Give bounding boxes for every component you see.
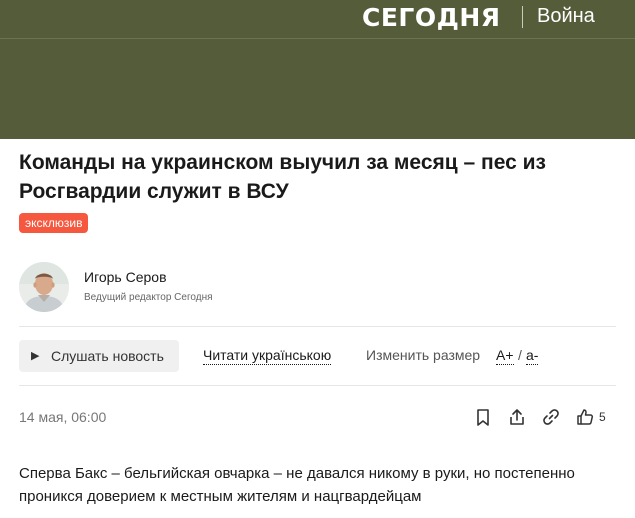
font-size-separator: /	[518, 347, 522, 363]
listen-label: Слушать новость	[51, 348, 164, 364]
divider-bottom	[19, 385, 616, 386]
article-lead-paragraph: Сперва Бакс – бельгийская овчарка – не д…	[19, 465, 575, 505]
exclusive-badge[interactable]: эксклюзив	[19, 213, 89, 233]
link-icon[interactable]	[541, 407, 561, 427]
read-ukrainian-link[interactable]: Читати українською	[203, 347, 332, 365]
font-size-label: Изменить размер	[366, 347, 481, 363]
author-avatar[interactable]	[19, 262, 69, 312]
section-link[interactable]: Война	[537, 5, 595, 28]
author-photo	[19, 262, 69, 312]
article-title: Команды на украинском выучил за месяц – …	[19, 151, 546, 203]
font-increase-button[interactable]: A+	[496, 347, 514, 365]
publish-date: 14 мая, 06:00	[19, 409, 107, 425]
thumbs-up-icon[interactable]	[575, 407, 595, 427]
divider-top	[19, 326, 616, 327]
logo-separator	[522, 6, 523, 28]
site-logo[interactable]: СЕГОДНЯ	[362, 3, 501, 32]
author-name[interactable]: Игорь Серов	[84, 269, 167, 285]
author-role: Ведущий редактор Сегодня	[84, 292, 213, 303]
play-icon: ▶	[31, 350, 40, 362]
site-header: СЕГОДНЯ Война	[0, 0, 635, 139]
listen-news-button[interactable]: ▶ Слушать новость	[19, 340, 179, 372]
font-decrease-button[interactable]: a-	[526, 347, 539, 365]
bookmark-icon[interactable]	[473, 407, 493, 427]
share-icon[interactable]	[507, 407, 527, 427]
like-count: 5	[599, 410, 606, 424]
